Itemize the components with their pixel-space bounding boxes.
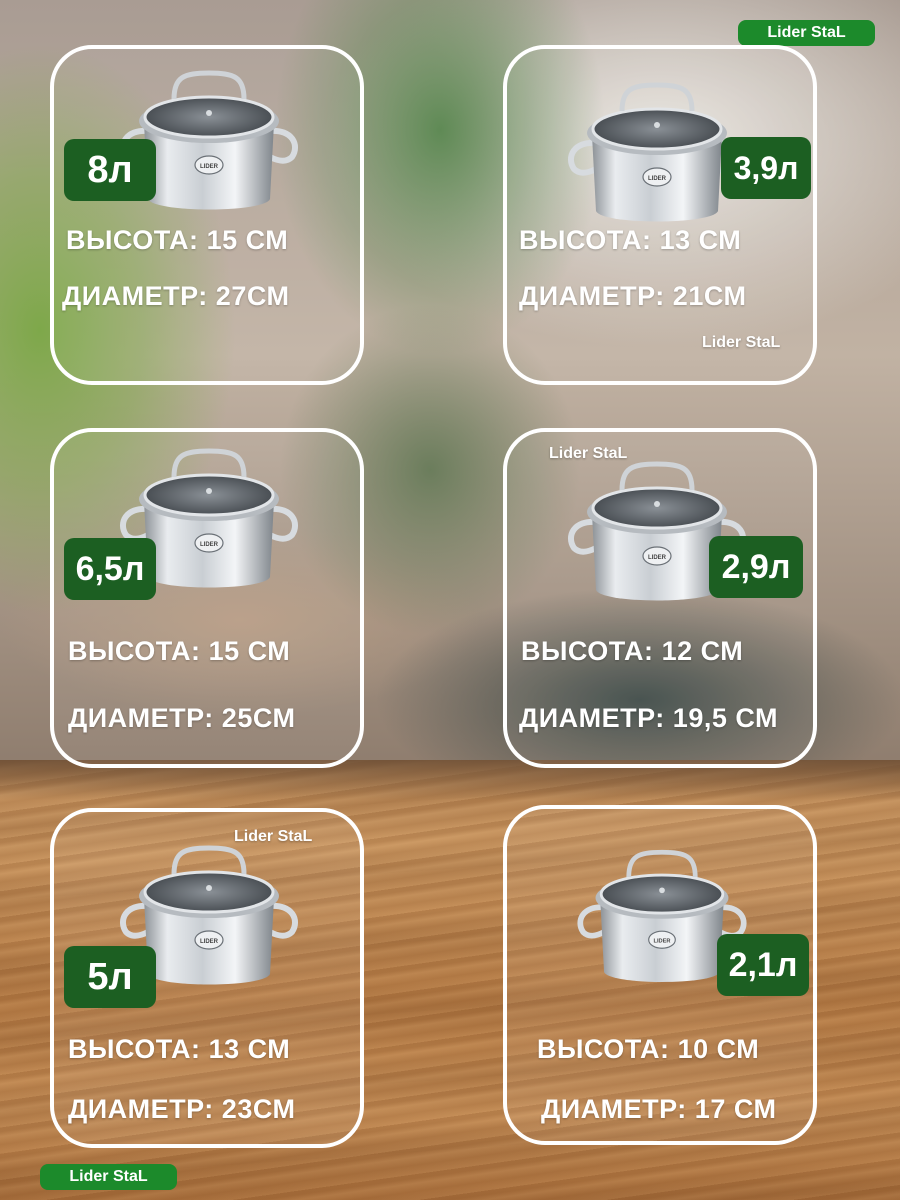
volume-badge: 5л — [64, 946, 156, 1008]
product-card-3-9l: LIDER 3,9л ВЫСОТА: 13 СМ ДИАМЕТР: 21СМ L… — [503, 45, 817, 385]
volume-badge: 3,9л — [721, 137, 811, 199]
height-label: ВЫСОТА: — [537, 1034, 670, 1064]
brand-watermark: Lider StaL — [234, 828, 313, 845]
height-label: ВЫСОТА: — [68, 636, 201, 666]
diameter-spec: ДИАМЕТР: 27СМ — [62, 281, 289, 312]
svg-text:LIDER: LIDER — [653, 939, 670, 945]
height-label: ВЫСОТА: — [66, 225, 199, 255]
height-value: 12 СМ — [661, 636, 744, 666]
height-label: ВЫСОТА: — [68, 1034, 201, 1064]
height-value: 10 СМ — [677, 1034, 760, 1064]
product-card-2-1l: LIDER 2,1л ВЫСОТА: 10 СМ ДИАМЕТР: 17 СМ — [503, 805, 817, 1145]
height-label: ВЫСОТА: — [519, 225, 652, 255]
svg-text:LIDER: LIDER — [648, 176, 667, 182]
diameter-label: ДИАМЕТР: — [62, 281, 208, 311]
height-value: 15 СМ — [206, 225, 289, 255]
height-spec: ВЫСОТА: 13 СМ — [519, 225, 741, 256]
volume-badge: 2,1л — [717, 934, 809, 996]
diameter-value: 21СМ — [672, 281, 747, 311]
diameter-spec: ДИАМЕТР: 25СМ — [68, 703, 295, 734]
diameter-spec: ДИАМЕТР: 19,5 СМ — [519, 703, 778, 734]
diameter-value: 17 СМ — [694, 1094, 777, 1124]
diameter-label: ДИАМЕТР: — [68, 703, 214, 733]
diameter-label: ДИАМЕТР: — [519, 281, 665, 311]
volume-badge: 6,5л — [64, 538, 156, 600]
diameter-spec: ДИАМЕТР: 17 СМ — [541, 1094, 776, 1125]
product-card-2-9l: LIDER Lider StaL 2,9л ВЫСОТА: 12 СМ ДИАМ… — [503, 428, 817, 768]
height-value: 15 СМ — [208, 636, 291, 666]
brand-watermark-pill-bottom: Lider StaL — [40, 1164, 177, 1190]
product-card-5l: LIDER Lider StaL 5л ВЫСОТА: 13 СМ ДИАМЕТ… — [50, 808, 364, 1148]
svg-text:LIDER: LIDER — [648, 555, 667, 561]
height-label: ВЫСОТА: — [521, 636, 654, 666]
diameter-spec: ДИАМЕТР: 21СМ — [519, 281, 746, 312]
diameter-value: 23СМ — [221, 1094, 296, 1124]
diameter-value: 25СМ — [221, 703, 296, 733]
height-spec: ВЫСОТА: 15 СМ — [66, 225, 288, 256]
height-value: 13 СМ — [208, 1034, 291, 1064]
diameter-label: ДИАМЕТР: — [68, 1094, 214, 1124]
brand-watermark: Lider StaL — [549, 445, 628, 462]
product-card-8l: LIDER 8л ВЫСОТА: 15 СМ ДИАМЕТР: 27СМ — [50, 45, 364, 385]
diameter-label: ДИАМЕТР: — [519, 703, 665, 733]
height-spec: ВЫСОТА: 12 СМ — [521, 636, 743, 667]
volume-badge: 8л — [64, 139, 156, 201]
height-spec: ВЫСОТА: 10 СМ — [537, 1034, 759, 1065]
product-card-6-5l: LIDER 6,5л ВЫСОТА: 15 СМ ДИАМЕТР: 25СМ — [50, 428, 364, 768]
brand-watermark-pill-top: Lider StaL — [738, 20, 875, 46]
svg-text:LIDER: LIDER — [200, 542, 219, 548]
height-spec: ВЫСОТА: 15 СМ — [68, 636, 290, 667]
height-spec: ВЫСОТА: 13 СМ — [68, 1034, 290, 1065]
diameter-label: ДИАМЕТР: — [541, 1094, 687, 1124]
diameter-spec: ДИАМЕТР: 23СМ — [68, 1094, 295, 1125]
height-value: 13 СМ — [659, 225, 742, 255]
brand-watermark: Lider StaL — [702, 334, 781, 351]
diameter-value: 19,5 СМ — [672, 703, 778, 733]
volume-badge: 2,9л — [709, 536, 803, 598]
svg-text:LIDER: LIDER — [200, 939, 219, 945]
diameter-value: 27СМ — [215, 281, 290, 311]
svg-text:LIDER: LIDER — [200, 164, 219, 170]
